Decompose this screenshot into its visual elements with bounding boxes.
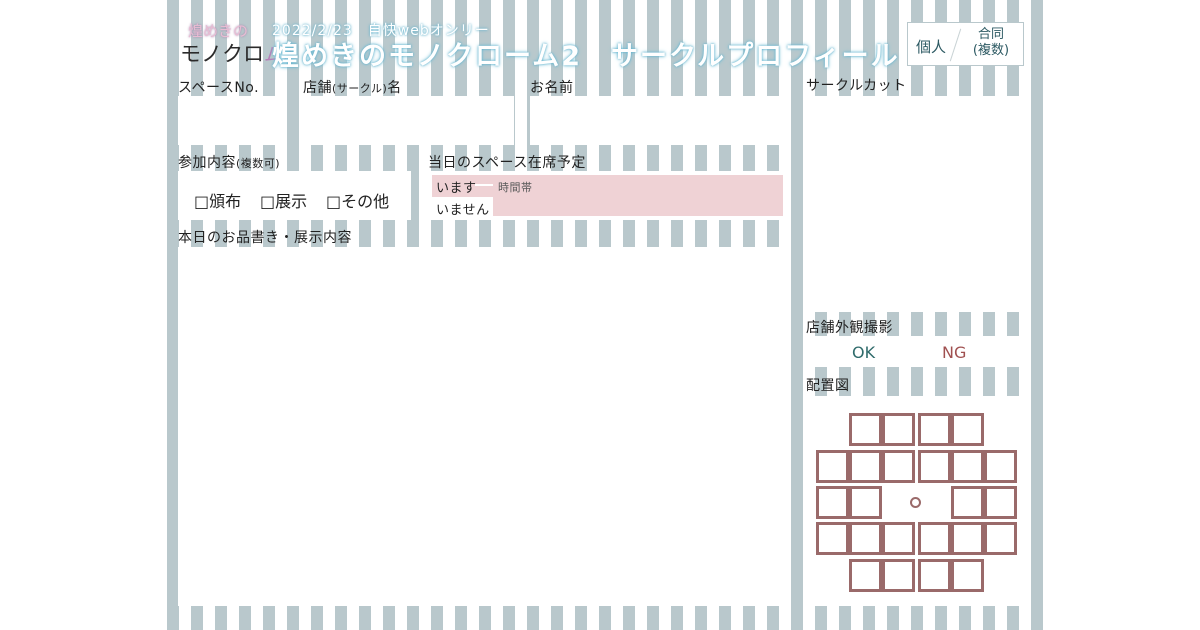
map-space[interactable] <box>951 413 984 446</box>
map-space[interactable] <box>882 450 915 483</box>
presence-label: 当日のスペース在席予定 <box>428 155 586 171</box>
map-space[interactable] <box>882 413 915 446</box>
map-center-marker <box>910 497 921 508</box>
map-space[interactable] <box>951 486 984 519</box>
map-space[interactable] <box>816 522 849 555</box>
participation-label: 参加内容(複数可) <box>178 152 280 172</box>
menu-label: 本日のお品書き・展示内容 <box>178 230 352 246</box>
time-slot-label: 時間帯 <box>498 181 533 194</box>
space-no-field[interactable] <box>178 96 287 145</box>
shop-name-post: 名 <box>387 80 402 96</box>
map-space[interactable] <box>951 559 984 592</box>
map-space[interactable] <box>951 522 984 555</box>
logo-bottom-main: モノクロ <box>180 42 264 66</box>
other-checkbox[interactable]: □その他 <box>326 188 389 212</box>
participation-main: 参加内容 <box>178 155 236 171</box>
photo-ok-option[interactable]: OK <box>852 343 875 362</box>
map-space[interactable] <box>882 522 915 555</box>
map-space[interactable] <box>918 413 951 446</box>
page-title: 煌めきのモノクローム2 サークルプロフィール <box>272 41 900 72</box>
map-space[interactable] <box>882 559 915 592</box>
map-space[interactable] <box>816 450 849 483</box>
circle-cut-label: サークルカット <box>806 78 907 94</box>
map-space[interactable] <box>918 450 951 483</box>
tag-joint-line1: 合同 <box>977 27 1004 42</box>
photo-box <box>806 336 1022 367</box>
photo-label: 店舗外観撮影 <box>806 320 893 336</box>
map-space[interactable] <box>816 486 849 519</box>
map-space[interactable] <box>984 486 1017 519</box>
layout-map-label: 配置図 <box>806 378 850 394</box>
your-name-field[interactable] <box>530 96 787 145</box>
participation-small: (複数可) <box>236 157 281 170</box>
map-space[interactable] <box>849 413 882 446</box>
your-name-label: お名前 <box>530 80 574 96</box>
map-space[interactable] <box>984 522 1017 555</box>
shop-name-pre: 店舗 <box>303 80 332 96</box>
map-space[interactable] <box>849 450 882 483</box>
arrow-icon <box>475 184 493 186</box>
absent-option[interactable]: いません <box>436 199 490 218</box>
map-space[interactable] <box>984 450 1017 483</box>
circle-cut-field[interactable] <box>806 96 1022 312</box>
menu-field[interactable] <box>178 247 787 606</box>
tag-joint-line2: (複数) <box>972 43 1010 58</box>
tag-single[interactable]: 個人 <box>916 36 946 57</box>
shop-name-label: 店舗(サークル)名 <box>303 77 402 97</box>
map-space[interactable] <box>951 450 984 483</box>
tag-joint[interactable]: 合同 (複数) <box>968 27 1014 59</box>
photo-ng-option[interactable]: NG <box>942 343 966 362</box>
map-space[interactable] <box>918 522 951 555</box>
map-space[interactable] <box>849 522 882 555</box>
present-option[interactable]: います <box>436 177 477 196</box>
shop-name-field[interactable] <box>303 96 514 145</box>
space-no-label: スペースNo. <box>178 80 260 96</box>
shop-name-small: (サークル) <box>332 82 388 95</box>
map-space[interactable] <box>849 486 882 519</box>
distribute-checkbox[interactable]: □頒布 <box>194 188 241 212</box>
map-space[interactable] <box>918 559 951 592</box>
map-space[interactable] <box>849 559 882 592</box>
exhibit-checkbox[interactable]: □展示 <box>260 188 307 212</box>
